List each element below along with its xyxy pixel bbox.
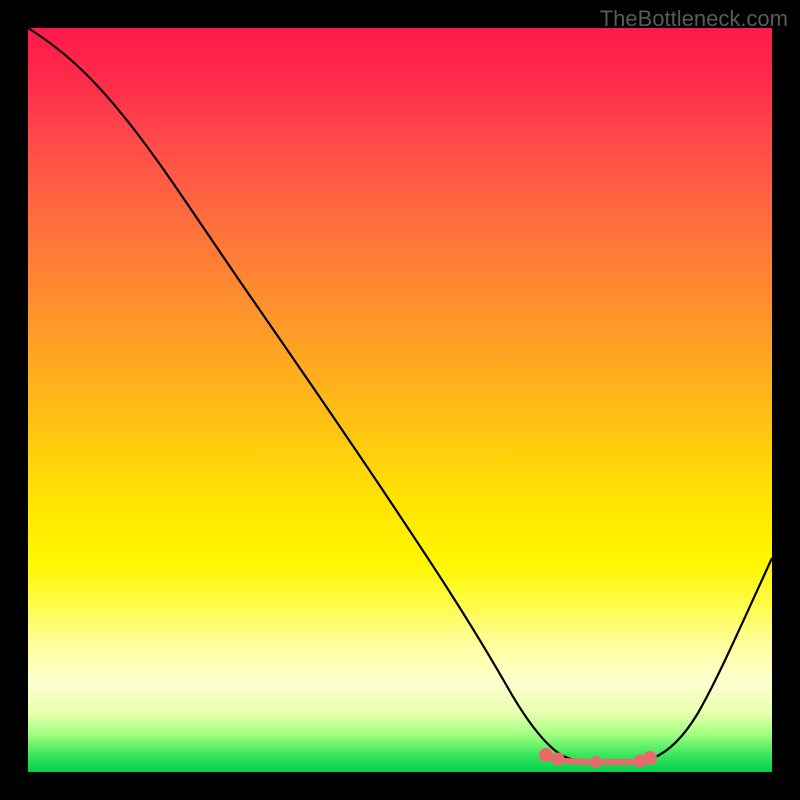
optimal-range-markers	[542, 751, 654, 765]
chart-svg	[28, 28, 772, 772]
watermark-text: TheBottleneck.com	[600, 6, 788, 32]
chart-plot-area	[28, 28, 772, 772]
bottleneck-curve-line	[28, 28, 772, 762]
